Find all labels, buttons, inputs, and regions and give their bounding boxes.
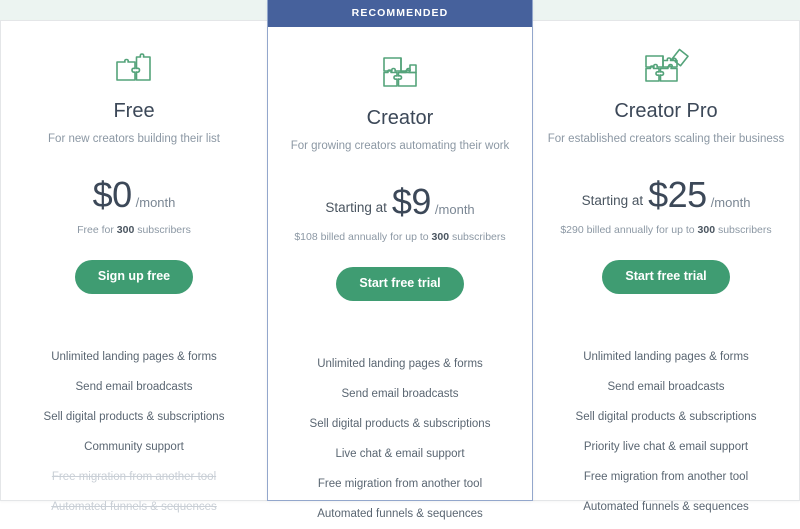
- plan-name: Creator: [366, 107, 434, 129]
- pricing-table: Free For new creators building their list…: [0, 0, 800, 520]
- feature-item-unavailable: Free migration from another tool: [51, 470, 217, 483]
- cta-container: Start free trial: [268, 266, 532, 328]
- feature-list: Unlimited landing pages & forms Send emai…: [533, 321, 799, 523]
- price-note-before: Free for: [77, 223, 117, 236]
- puzzle-three-pieces-icon: [282, 47, 518, 99]
- puzzle-two-pieces-icon: [15, 40, 253, 92]
- feature-item: Send email broadcasts: [75, 381, 193, 394]
- plan-card-free: Free For new creators building their list…: [0, 20, 267, 513]
- feature-item: Unlimited landing pages & forms: [583, 351, 749, 364]
- feature-item: Community support: [84, 441, 184, 453]
- price-note-before: $290 billed annually for up to: [560, 223, 698, 236]
- price-note-subscriber-count: 300: [697, 223, 716, 236]
- price-amount: $0: [92, 173, 133, 215]
- price-note: Free for 300 subscribers: [11, 224, 257, 236]
- plan-tagline: For new creators building their list: [48, 133, 220, 145]
- feature-item-unavailable: Automated funnels & sequences: [51, 500, 217, 513]
- plan-card-creator-pro: Creator Pro For established creators scal…: [533, 20, 800, 513]
- plan-price-block: Starting at $25/month $290 billed annually…: [533, 173, 799, 236]
- cta-button-free[interactable]: Sign up free: [74, 259, 194, 294]
- plan-name: Creator Pro: [614, 100, 718, 122]
- feature-item: Send email broadcasts: [341, 388, 459, 401]
- feature-item: Free migration from another tool: [317, 477, 483, 490]
- price-period: /month: [135, 194, 176, 210]
- plan-card-creator: RECOMMENDED Creator For growing creators …: [267, 0, 533, 520]
- plan-name: Free: [113, 100, 155, 122]
- feature-list: Unlimited landing pages & forms Send emai…: [268, 328, 532, 529]
- pricing-page: Free For new creators building their list…: [0, 0, 800, 520]
- price-note-subscriber-count: 300: [116, 223, 135, 236]
- price-note-after: subscribers: [134, 223, 191, 236]
- price-note: $290 billed annually for up to 300 subsc…: [543, 224, 789, 236]
- plan-tagline: For established creators scaling their b…: [547, 133, 785, 145]
- price-row: Starting at $9/month: [278, 180, 522, 222]
- plan-header: Creator Pro For established creators scal…: [533, 21, 799, 147]
- price-note-after: subscribers: [715, 223, 772, 236]
- cta-container: Start free trial: [533, 259, 799, 321]
- price-note-subscriber-count: 300: [431, 230, 450, 243]
- feature-item: Automated funnels & sequences: [583, 500, 749, 513]
- plan-price-block: $0/month Free for 300 subscribers: [1, 173, 267, 236]
- price-amount: $25: [648, 173, 707, 215]
- price-period: /month: [434, 201, 475, 217]
- price-prefix: Starting at: [581, 192, 644, 208]
- price-period: /month: [710, 194, 751, 210]
- price-note-before: $108 billed annually for up to: [294, 230, 432, 243]
- price-row: Starting at $25/month: [543, 173, 789, 215]
- cta-button-creator[interactable]: Start free trial: [336, 266, 464, 301]
- feature-list: Unlimited landing pages & forms Send emai…: [1, 321, 267, 523]
- feature-item: Priority live chat & email support: [583, 441, 749, 453]
- feature-item: Send email broadcasts: [607, 381, 725, 394]
- price-note: $108 billed annually for up to 300 subsc…: [278, 231, 522, 243]
- feature-item: Sell digital products & subscriptions: [309, 418, 491, 431]
- cta-button-creator-pro[interactable]: Start free trial: [602, 259, 730, 294]
- plan-header: Free For new creators building their list: [1, 21, 267, 147]
- price-row: $0/month: [11, 173, 257, 215]
- plan-price-block: Starting at $9/month $108 billed annually …: [268, 180, 532, 243]
- plan-tagline: For growing creators automating their wo…: [290, 140, 510, 152]
- feature-item: Automated funnels & sequences: [317, 507, 483, 520]
- feature-item: Free migration from another tool: [583, 470, 749, 483]
- puzzle-four-pieces-icon: [547, 40, 785, 92]
- plan-header: Creator For growing creators automating t…: [268, 27, 532, 154]
- feature-item: Sell digital products & subscriptions: [575, 411, 757, 424]
- feature-item: Sell digital products & subscriptions: [43, 411, 225, 424]
- feature-item: Unlimited landing pages & forms: [51, 351, 217, 364]
- price-note-after: subscribers: [449, 230, 506, 243]
- feature-item: Live chat & email support: [335, 448, 465, 460]
- price-amount: $9: [391, 180, 432, 222]
- price-prefix: Starting at: [325, 199, 387, 215]
- feature-item: Unlimited landing pages & forms: [317, 358, 483, 371]
- recommended-badge: RECOMMENDED: [268, 0, 532, 27]
- cta-container: Sign up free: [1, 259, 267, 321]
